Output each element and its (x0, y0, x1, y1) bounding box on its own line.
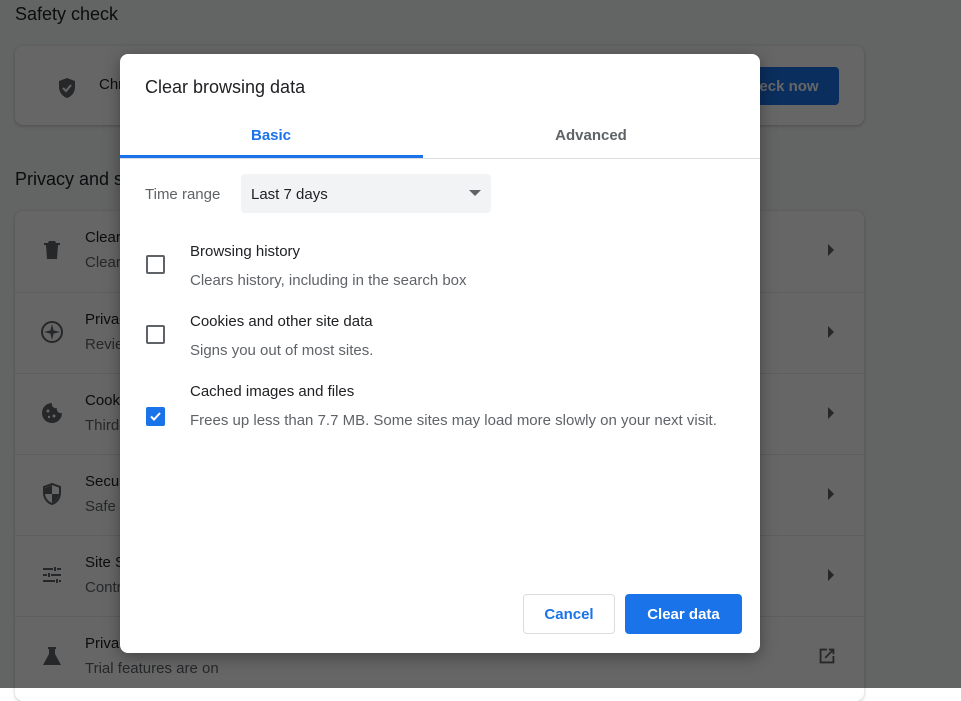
clear-data-button[interactable]: Clear data (625, 594, 742, 634)
time-range-select[interactable]: Last 7 days (241, 174, 491, 213)
option-description: Signs you out of most sites. (190, 342, 374, 359)
browsing-history-checkbox[interactable] (146, 255, 165, 274)
dialog-title: Clear browsing data (145, 77, 306, 97)
clear-browsing-data-dialog: Clear browsing data Basic Advanced Time … (120, 54, 760, 653)
cancel-button[interactable]: Cancel (523, 594, 615, 634)
time-range-value: Last 7 days (251, 186, 328, 203)
option-description: Clears history, including in the search … (190, 272, 467, 289)
cached-images-checkbox[interactable] (146, 407, 165, 426)
checkmark-icon (150, 412, 161, 421)
option-title: Browsing history (190, 243, 301, 260)
option-title: Cookies and other site data (190, 313, 373, 330)
cookies-checkbox[interactable] (146, 325, 165, 344)
dialog-tabs: Basic Advanced (120, 114, 760, 159)
active-tab-indicator (120, 155, 423, 158)
tab-basic[interactable]: Basic (120, 114, 422, 156)
option-description: Frees up less than 7.7 MB. Some sites ma… (190, 412, 717, 429)
tab-advanced[interactable]: Advanced (440, 114, 742, 156)
option-title: Cached images and files (190, 383, 355, 400)
time-range-label: Time range (145, 186, 221, 203)
caret-down-icon (469, 190, 481, 196)
